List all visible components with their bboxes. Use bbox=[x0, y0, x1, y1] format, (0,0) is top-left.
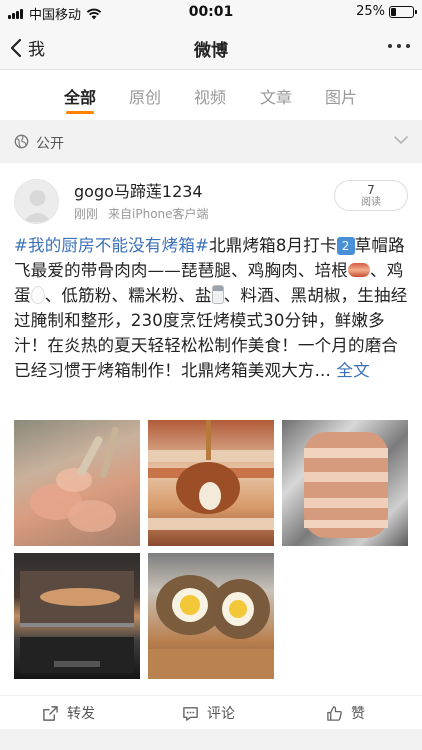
battery-percent: 25% bbox=[356, 4, 385, 19]
thumbs-up-icon bbox=[327, 705, 342, 721]
globe-icon bbox=[14, 134, 29, 149]
cut-egg-roll-image bbox=[148, 575, 274, 679]
nav-bar: 我 微博 bbox=[0, 24, 422, 70]
action-bar: 转发 评论 赞 bbox=[0, 695, 422, 729]
repost-label: 转发 bbox=[67, 706, 95, 722]
number-two-emoji: 2 bbox=[336, 237, 355, 255]
tab-active-indicator bbox=[66, 111, 94, 114]
weibo-post: gogo马蹄莲1234 刚刚 来自iPhone客户端 7 阅读 #我的厨房不能没有… bbox=[0, 163, 422, 695]
back-button[interactable]: 我 bbox=[10, 35, 45, 60]
tab-article[interactable]: 文章 bbox=[260, 84, 292, 108]
chevron-down-icon[interactable] bbox=[394, 136, 408, 145]
tab-video[interactable]: 视频 bbox=[194, 84, 226, 108]
default-avatar-icon bbox=[23, 190, 52, 222]
more-options-icon[interactable] bbox=[383, 44, 410, 48]
tab-original[interactable]: 原创 bbox=[129, 84, 161, 108]
page-title: 微博 bbox=[194, 41, 228, 61]
read-count: 7 bbox=[367, 183, 375, 197]
comment-icon bbox=[183, 706, 198, 721]
post-text: #我的厨房不能没有烤箱#北鼎烤箱8月打卡 2 草帽路飞最爱的带骨肉肉——琵琶腿、鸡胸… bbox=[14, 233, 410, 383]
visibility-filter[interactable]: 公开 bbox=[0, 126, 422, 158]
bacon-wrapped-egg-image bbox=[148, 420, 274, 530]
photo-bacon-roll-foil[interactable] bbox=[282, 420, 408, 546]
hashtag-link[interactable]: #我的厨房不能没有烤箱# bbox=[14, 236, 209, 255]
photo-bacon-wrapped-egg[interactable] bbox=[148, 420, 274, 546]
oven-roasting-image bbox=[20, 571, 134, 673]
status-bar: 中国移动 00:01 25% bbox=[0, 0, 422, 24]
post-source: 来自iPhone客户端 bbox=[108, 207, 209, 221]
bacon-emoji-icon bbox=[348, 263, 370, 277]
bacon-roll-foil-image bbox=[304, 432, 388, 538]
tab-all[interactable]: 全部 bbox=[64, 84, 96, 108]
back-label: 我 bbox=[28, 40, 45, 60]
read-count-badge: 7 阅读 bbox=[334, 180, 408, 211]
filter-label: 公开 bbox=[36, 136, 64, 152]
comment-button[interactable]: 评论 bbox=[182, 703, 235, 723]
repost-icon bbox=[43, 705, 58, 721]
status-right: 25% bbox=[356, 4, 417, 19]
salt-emoji-icon bbox=[211, 285, 224, 304]
text-segment-1: 北鼎烤箱8月打卡 bbox=[209, 236, 337, 255]
repost-button[interactable]: 转发 bbox=[42, 703, 95, 723]
tab-images[interactable]: 图片 bbox=[325, 84, 357, 108]
text-segment-4: 、低筋粉、糯米粉、盐 bbox=[44, 286, 212, 305]
post-meta: 刚刚 来自iPhone客户端 bbox=[74, 205, 209, 222]
bottom-padding bbox=[0, 729, 422, 750]
photo-chicken-legs[interactable] bbox=[14, 420, 140, 546]
photo-cut-egg-roll[interactable] bbox=[148, 553, 274, 679]
photo-oven-roasting[interactable] bbox=[14, 553, 140, 679]
like-label: 赞 bbox=[351, 706, 365, 722]
comment-label: 评论 bbox=[207, 706, 235, 722]
avatar[interactable] bbox=[14, 179, 59, 224]
post-time: 刚刚 bbox=[74, 207, 99, 221]
username[interactable]: gogo马蹄莲1234 bbox=[74, 178, 203, 202]
battery-fill bbox=[391, 7, 397, 16]
chevron-left-icon bbox=[10, 38, 22, 57]
like-button[interactable]: 赞 bbox=[326, 703, 365, 723]
battery-icon bbox=[389, 5, 417, 18]
read-label: 阅读 bbox=[361, 197, 381, 208]
egg-emoji-icon bbox=[30, 286, 45, 304]
chicken-legs-image bbox=[30, 426, 119, 532]
expand-full-text-link[interactable]: 全文 bbox=[336, 361, 369, 380]
tab-bar: 全部 原创 视频 文章 图片 bbox=[0, 70, 422, 120]
